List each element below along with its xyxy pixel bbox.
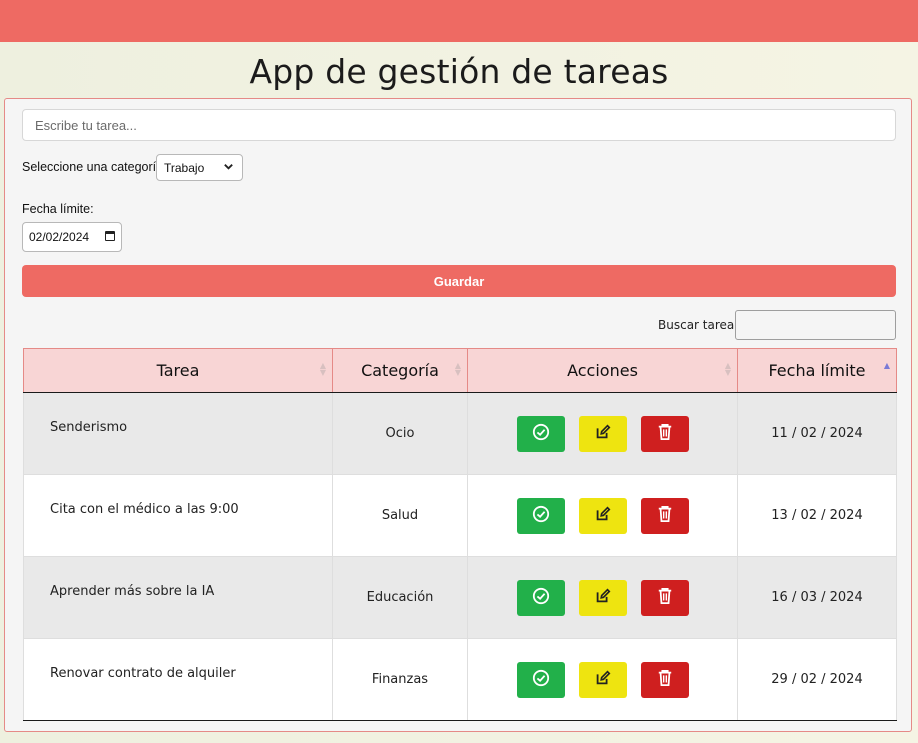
column-header-due-date[interactable]: Fecha límite ▲ — [737, 348, 897, 393]
task-cell: Senderismo — [23, 392, 333, 475]
due-date-cell: 13 / 02 / 2024 — [737, 474, 897, 557]
trash-icon — [657, 423, 673, 444]
check-circle-icon — [532, 423, 550, 444]
delete-button[interactable] — [640, 661, 689, 698]
trash-icon — [657, 505, 673, 526]
sort-icon: ▲ ▼ — [319, 361, 326, 377]
category-select[interactable]: Trabajo — [156, 154, 243, 181]
actions-cell — [467, 556, 738, 639]
category-label: Seleccione una categoría — [22, 160, 164, 174]
calendar-icon[interactable] — [105, 231, 115, 241]
table-row: Senderismo Ocio 11 / 02 / 2024 — [23, 392, 897, 475]
category-cell: Finanzas — [332, 638, 468, 721]
save-button[interactable]: Guardar — [22, 265, 896, 297]
top-bar — [0, 0, 918, 42]
edit-icon — [594, 423, 612, 444]
due-date-input[interactable]: 02/02/2024 — [22, 222, 122, 252]
edit-icon — [594, 587, 612, 608]
trash-icon — [657, 669, 673, 690]
actions-cell — [467, 638, 738, 721]
chevron-down-icon — [223, 161, 234, 175]
edit-button[interactable] — [578, 661, 627, 698]
category-selected-value: Trabajo — [164, 160, 205, 175]
search-label: Buscar tarea: — [658, 318, 739, 332]
complete-button[interactable] — [516, 661, 565, 698]
due-date-label: Fecha límite: — [22, 202, 94, 216]
due-date-cell: 16 / 03 / 2024 — [737, 556, 897, 639]
complete-button[interactable] — [516, 497, 565, 534]
table-row: Cita con el médico a las 9:00 Salud 13 / 0… — [23, 474, 897, 557]
actions-cell — [467, 392, 738, 475]
column-header-actions[interactable]: Acciones ▲ ▼ — [467, 348, 738, 393]
sort-ascending-icon: ▲ — [883, 361, 890, 370]
edit-button[interactable] — [578, 579, 627, 616]
check-circle-icon — [532, 669, 550, 690]
column-header-category[interactable]: Categoría ▲ ▼ — [332, 348, 468, 393]
task-text: Renovar contrato de alquiler — [50, 666, 236, 681]
sort-icon: ▲ ▼ — [454, 361, 461, 377]
task-cell: Renovar contrato de alquiler — [23, 638, 333, 721]
category-cell: Salud — [332, 474, 468, 557]
due-date-cell: 29 / 02 / 2024 — [737, 638, 897, 721]
due-date-cell: 11 / 02 / 2024 — [737, 392, 897, 475]
task-text: Cita con el médico a las 9:00 — [50, 502, 239, 517]
column-header-task[interactable]: Tarea ▲ ▼ — [23, 348, 333, 393]
task-cell: Cita con el médico a las 9:00 — [23, 474, 333, 557]
edit-button[interactable] — [578, 497, 627, 534]
trash-icon — [657, 587, 673, 608]
category-cell: Educación — [332, 556, 468, 639]
task-text: Senderismo — [50, 420, 128, 435]
table-row: Renovar contrato de alquiler Finanzas 29 /… — [23, 638, 897, 721]
edit-icon — [594, 505, 612, 526]
edit-icon — [594, 669, 612, 690]
edit-button[interactable] — [578, 415, 627, 452]
check-circle-icon — [532, 505, 550, 526]
delete-button[interactable] — [640, 579, 689, 616]
complete-button[interactable] — [516, 415, 565, 452]
due-date-value: 02/02/2024 — [29, 230, 90, 244]
table-row: Aprender más sobre la IA Educación 16 / 03… — [23, 556, 897, 639]
task-cell: Aprender más sobre la IA — [23, 556, 333, 639]
task-input[interactable] — [22, 109, 896, 141]
task-panel: Seleccione una categoría Trabajo Fecha l… — [4, 98, 912, 732]
delete-button[interactable] — [640, 497, 689, 534]
sort-icon: ▲ ▼ — [724, 361, 731, 377]
task-text: Aprender más sobre la IA — [50, 584, 215, 599]
complete-button[interactable] — [516, 579, 565, 616]
category-cell: Ocio — [332, 392, 468, 475]
tasks-table: Tarea ▲ ▼ Categoría ▲ ▼ Acciones ▲ ▼ Fecha … — [23, 348, 897, 721]
check-circle-icon — [532, 587, 550, 608]
actions-cell — [467, 474, 738, 557]
delete-button[interactable] — [640, 415, 689, 452]
search-input[interactable] — [735, 310, 896, 340]
page-title: App de gestión de tareas — [249, 52, 669, 91]
